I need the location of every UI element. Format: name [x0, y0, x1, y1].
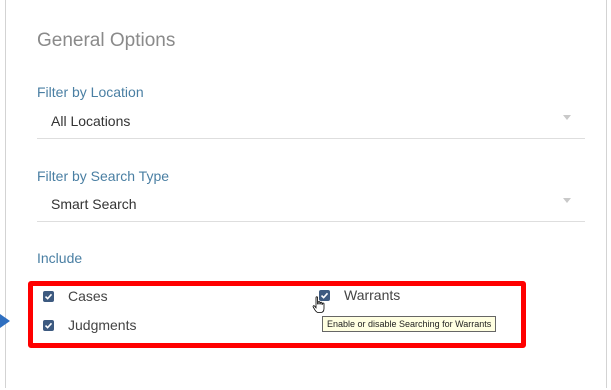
hand-cursor-icon — [312, 296, 325, 313]
location-select-value: All Locations — [51, 113, 131, 129]
location-select[interactable]: All Locations — [37, 107, 585, 139]
search-type-filter-label: Filter by Search Type — [37, 168, 170, 184]
chevron-down-icon — [563, 115, 571, 120]
panel-title: General Options — [37, 30, 176, 51]
include-label: Include — [37, 250, 83, 266]
chevron-down-icon — [563, 198, 571, 203]
highlight-box — [28, 281, 526, 348]
pointer-arrow-icon — [0, 314, 10, 328]
search-type-select[interactable]: Smart Search — [37, 190, 585, 222]
warrants-tooltip: Enable or disable Searching for Warrants — [322, 316, 497, 332]
location-filter-label: Filter by Location — [37, 84, 144, 100]
search-type-select-value: Smart Search — [51, 196, 137, 212]
